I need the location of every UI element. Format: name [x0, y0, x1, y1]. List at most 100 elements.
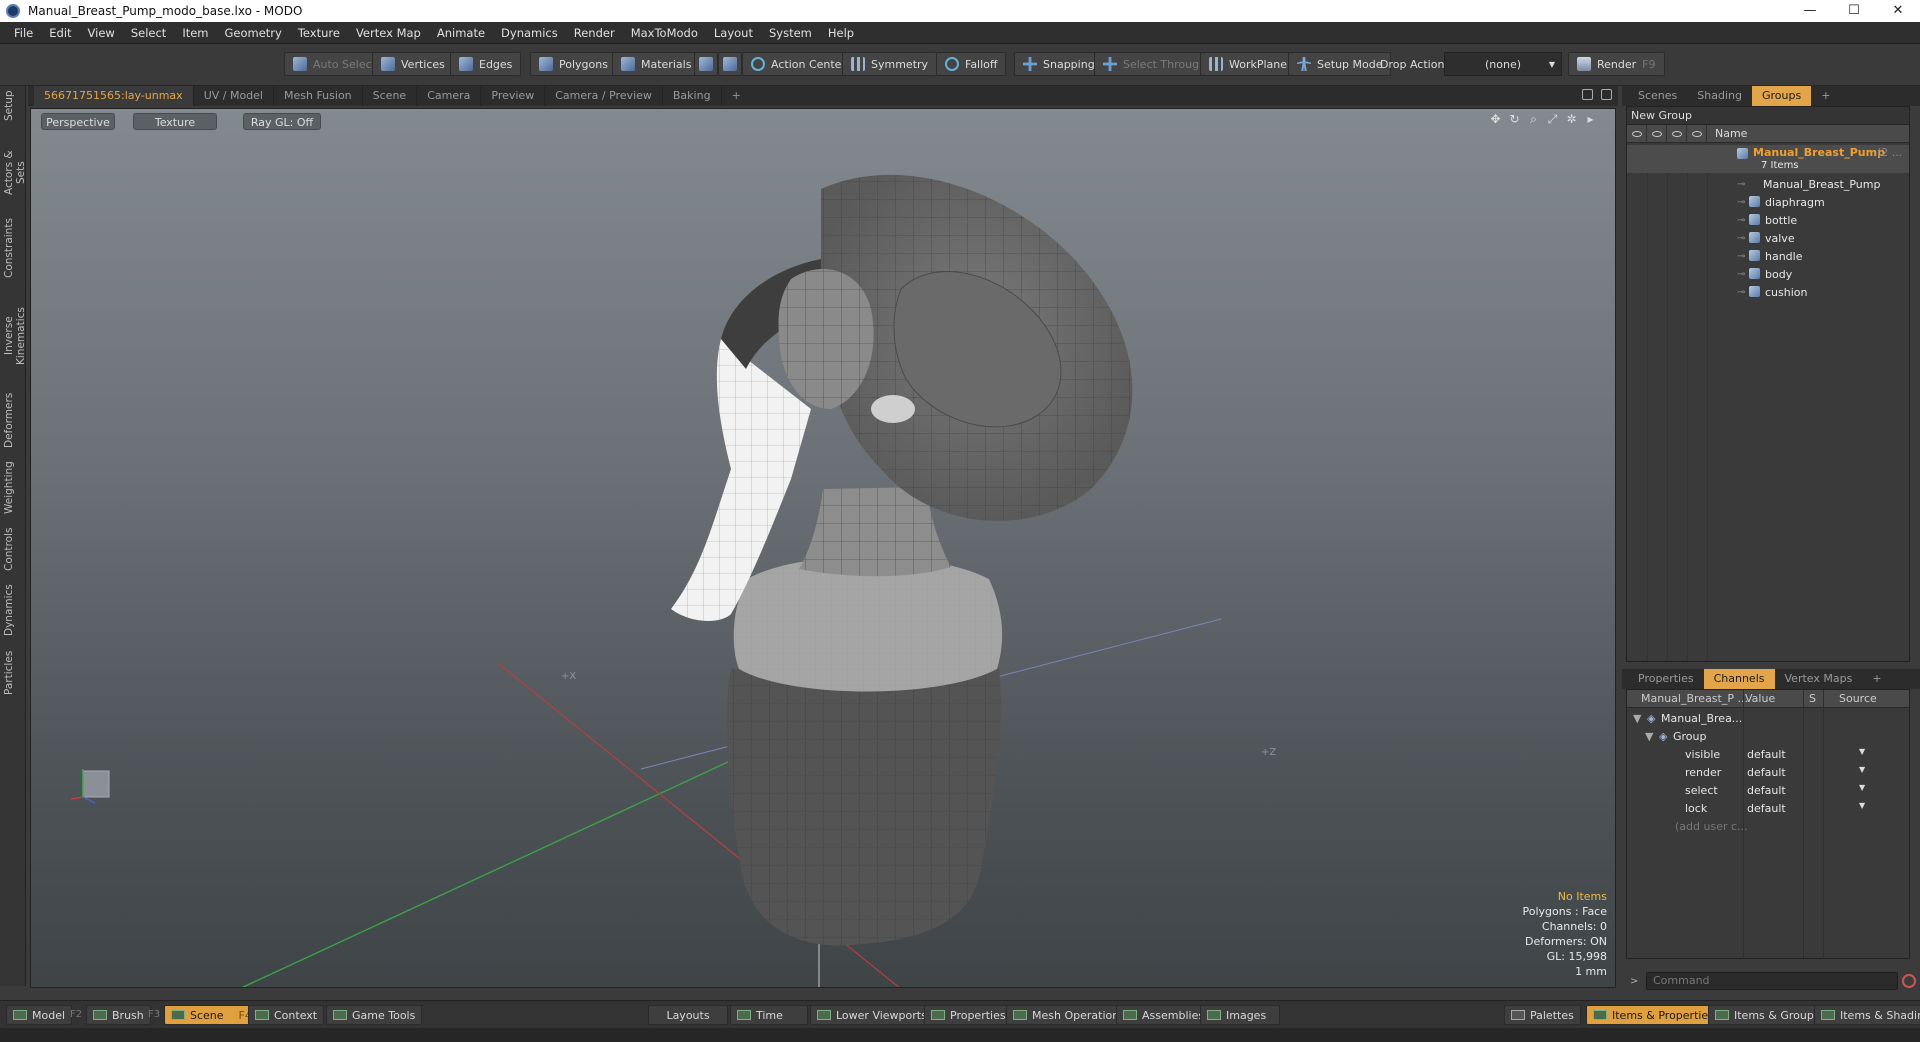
channel-tree-root[interactable]: ▼ ◈ Manual_Brea... [1627, 710, 1909, 728]
lock-column[interactable] [1687, 124, 1707, 143]
tab-uv-model[interactable]: UV / Model [194, 86, 274, 106]
menu-render[interactable]: Render [566, 26, 623, 40]
vtab-particles[interactable]: Particles [3, 648, 23, 698]
properties-button[interactable]: Properties [924, 1005, 1013, 1025]
tab-camera-preview[interactable]: Camera / Preview [545, 86, 663, 106]
record-icon[interactable] [1902, 974, 1916, 988]
list-item[interactable]: ⊸ diaphragm [1627, 193, 1909, 211]
vtab-controls[interactable]: Controls [3, 526, 23, 572]
channel-row-visible[interactable]: visible default ▼ [1627, 746, 1909, 764]
list-item[interactable]: ⊸ Manual_Breast_Pump [1627, 175, 1909, 193]
vtab-setup[interactable]: Setup [3, 88, 23, 124]
palettes-button[interactable]: Palettes [1504, 1005, 1581, 1025]
list-item[interactable]: ⊸ cushion [1627, 283, 1909, 301]
select-mode-button-a[interactable] [694, 52, 718, 76]
vtab-constraints[interactable]: Constraints [3, 218, 23, 278]
visibility-column[interactable] [1627, 124, 1647, 143]
channel-value[interactable]: default [1747, 766, 1786, 779]
action-center-button[interactable]: Action Center [742, 52, 855, 76]
auto-select-button[interactable]: Auto Select [284, 52, 385, 76]
add-user-channel[interactable]: (add user c... [1627, 818, 1909, 836]
tab-vertex-maps[interactable]: Vertex Maps [1775, 669, 1863, 689]
menu-vertex-map[interactable]: Vertex Map [348, 26, 429, 40]
menu-select[interactable]: Select [123, 26, 174, 40]
tab-channels[interactable]: Channels [1703, 669, 1775, 689]
chevron-down-icon[interactable]: ▼ [1859, 747, 1865, 756]
vtab-inverse-kinematics[interactable]: Inverse Kinematics [3, 290, 27, 382]
add-tab-button[interactable]: + [1862, 669, 1891, 689]
gear-icon[interactable] [1601, 89, 1612, 100]
channel-value[interactable]: default [1747, 748, 1786, 761]
list-item[interactable]: ⊸ valve [1627, 229, 1909, 247]
assemblies-button[interactable]: Assemblies [1116, 1005, 1212, 1025]
command-input[interactable]: Command [1646, 972, 1898, 990]
chevron-down-icon[interactable]: ▼ [1859, 765, 1865, 774]
channel-row-lock[interactable]: lock default ▼ [1627, 800, 1909, 818]
tab-preview[interactable]: Preview [481, 86, 546, 106]
list-item[interactable]: ⊸ body [1627, 265, 1909, 283]
menu-view[interactable]: View [80, 26, 123, 40]
symmetry-button[interactable]: Symmetry [842, 52, 938, 76]
minimize-button[interactable]: — [1788, 0, 1832, 22]
vtab-deformers[interactable]: Deformers [3, 393, 23, 448]
items-shading-button[interactable]: Items & Shading [1814, 1005, 1920, 1025]
tab-properties[interactable]: Properties [1628, 669, 1704, 689]
tab-shading[interactable]: Shading [1687, 86, 1752, 106]
select-mode-button-b[interactable] [718, 52, 742, 76]
items-properties-button[interactable]: Items & Properties [1586, 1005, 1721, 1025]
add-tab-button[interactable]: + [722, 86, 751, 106]
select-column[interactable] [1667, 124, 1687, 143]
render-button[interactable]: Render F9 [1568, 52, 1665, 76]
menu-item[interactable]: Item [174, 26, 216, 40]
channel-value[interactable]: default [1747, 802, 1786, 815]
close-button[interactable]: ✕ [1876, 0, 1920, 22]
lower-viewports-button[interactable]: Lower Viewports [810, 1005, 934, 1025]
channel-tree-group[interactable]: ▼ ◈ Group [1627, 728, 1909, 746]
menu-edit[interactable]: Edit [41, 26, 79, 40]
tab-baking[interactable]: Baking [663, 86, 722, 106]
add-tab-button[interactable]: + [1811, 86, 1840, 106]
list-item[interactable]: ⊸ handle [1627, 247, 1909, 265]
edges-button[interactable]: Edges [450, 52, 522, 76]
tab-scenes[interactable]: Scenes [1628, 86, 1687, 106]
tab-groups[interactable]: Groups [1751, 86, 1812, 106]
workplane-button[interactable]: WorkPlane [1200, 52, 1297, 76]
game-tools-layout-button[interactable]: Game Tools [326, 1005, 423, 1025]
render-column[interactable] [1647, 124, 1667, 143]
chevron-down-icon[interactable]: ▼ [1859, 801, 1865, 810]
vtab-weighting[interactable]: Weighting [3, 461, 23, 514]
channel-row-render[interactable]: render default ▼ [1627, 764, 1909, 782]
menu-maxtomodo[interactable]: MaxToModo [623, 26, 706, 40]
tab-mesh-fusion[interactable]: Mesh Fusion [274, 86, 363, 106]
chevron-down-icon[interactable]: ▼ [1859, 783, 1865, 792]
drop-action-select[interactable]: (none) ▼ [1444, 52, 1562, 76]
falloff-button[interactable]: Falloff [936, 52, 1007, 76]
new-group-button[interactable]: New Group [1627, 107, 1909, 125]
setup-mode-button[interactable]: Setup Mode [1288, 52, 1392, 76]
vtab-dynamics[interactable]: Dynamics [3, 584, 23, 636]
menu-layout[interactable]: Layout [706, 26, 761, 40]
select-through-button[interactable]: Select Through [1094, 52, 1216, 76]
3d-viewport[interactable]: Perspective Texture Ray GL: Off ✥ ↻ ⌕ ⤢ … [30, 108, 1616, 988]
images-button[interactable]: Images [1200, 1005, 1280, 1025]
maximize-button[interactable]: ☐ [1832, 0, 1876, 22]
menu-texture[interactable]: Texture [290, 26, 348, 40]
layouts-button[interactable]: Layouts [648, 1005, 728, 1025]
polygons-button[interactable]: Polygons [530, 52, 617, 76]
brush-layout-button[interactable]: Brush [86, 1005, 151, 1025]
menu-file[interactable]: File [6, 26, 41, 40]
vtab-actors-sets[interactable]: Actors & Sets [3, 138, 27, 208]
model-layout-button[interactable]: Model [6, 1005, 73, 1025]
list-item[interactable]: ⊸ bottle [1627, 211, 1909, 229]
mesh-operations-button[interactable]: Mesh Operations [1006, 1005, 1132, 1025]
expand-icon[interactable]: ▼ [1633, 712, 1641, 725]
snapping-button[interactable]: Snapping [1014, 52, 1104, 76]
items-groups-button[interactable]: Items & Groups [1708, 1005, 1827, 1025]
menu-geometry[interactable]: Geometry [217, 26, 290, 40]
menu-dynamics[interactable]: Dynamics [493, 26, 566, 40]
menu-animate[interactable]: Animate [429, 26, 493, 40]
group-row-manual-breast-pump[interactable]: Manual_Breast_Pump (2 ... 7 Items [1627, 145, 1909, 173]
channel-value[interactable]: default [1747, 784, 1786, 797]
context-layout-button[interactable]: Context [248, 1005, 325, 1025]
menu-system[interactable]: System [761, 26, 820, 40]
